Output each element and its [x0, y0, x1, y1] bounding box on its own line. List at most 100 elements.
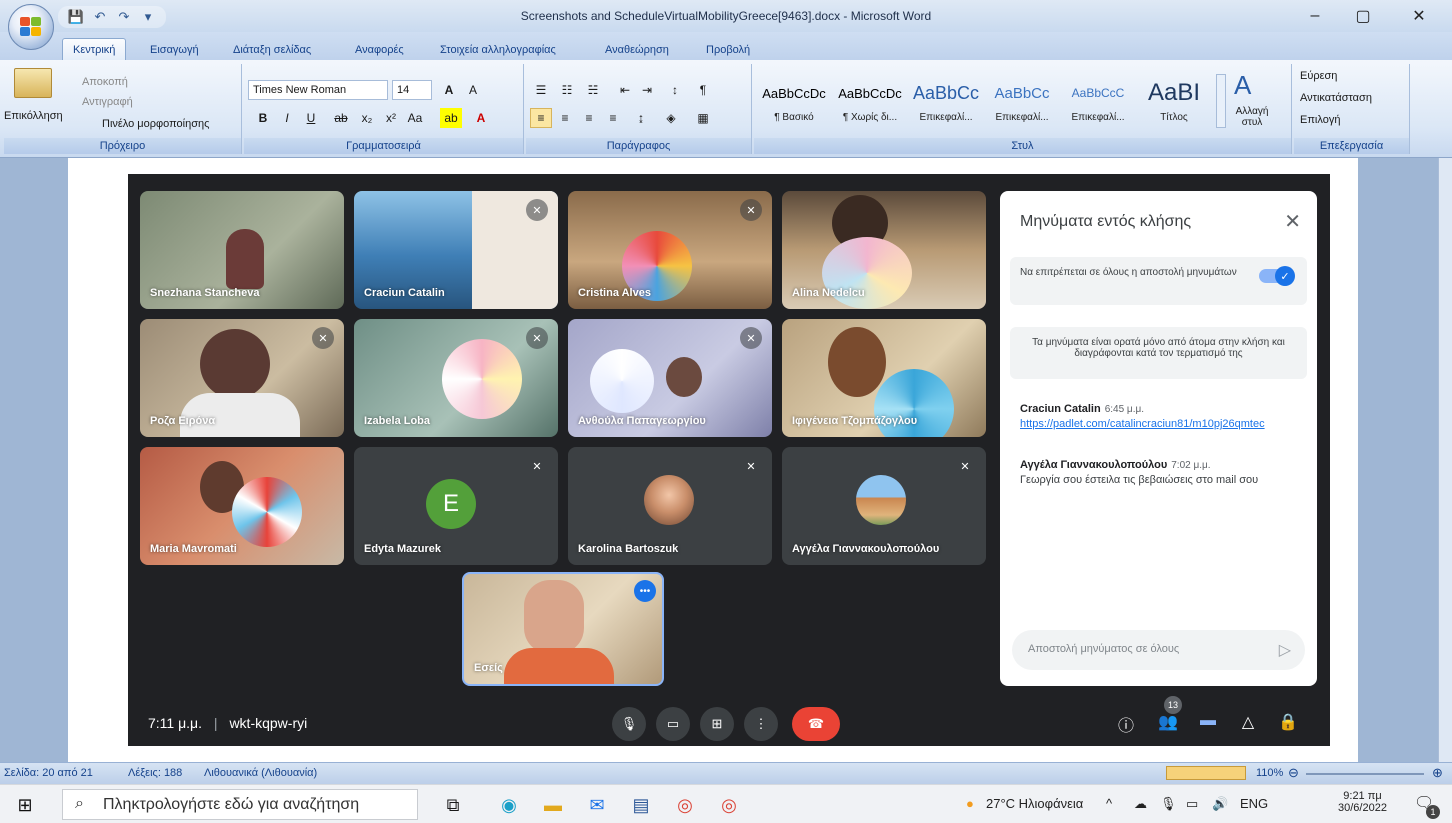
style-title[interactable]: AaBI Τίτλος [1138, 74, 1210, 134]
borders-icon[interactable]: ▦ [692, 108, 714, 128]
align-right-icon[interactable]: ≡ [578, 108, 600, 128]
speaker-icon[interactable]: 🔊 [1212, 796, 1228, 812]
find-button[interactable]: Εύρεση [1300, 70, 1337, 82]
task-view-icon[interactable]: ⧉ [440, 792, 466, 818]
bold-icon[interactable]: B [252, 108, 274, 128]
chrome-alt-icon[interactable]: ◎ [716, 792, 742, 818]
paste-icon[interactable] [14, 68, 52, 98]
end-call-button[interactable]: ☎ [792, 707, 840, 741]
cloud-icon[interactable]: ☁ [1134, 796, 1147, 812]
copy-button[interactable]: Αντιγραφή [82, 96, 133, 108]
tab-references[interactable]: Αναφορές [355, 44, 404, 56]
underline-icon[interactable]: U [300, 108, 322, 128]
participant-tile[interactable]: ✕ Ροζα Ειρόνα [140, 319, 344, 437]
highlight-icon[interactable]: ab [440, 108, 462, 128]
italic-icon[interactable]: I [276, 108, 298, 128]
zoom-level[interactable]: 110% [1256, 767, 1283, 779]
page-count[interactable]: Σελίδα: 20 από 21 [4, 767, 93, 779]
show-marks-icon[interactable]: ¶ [692, 80, 714, 100]
numbering-icon[interactable]: ☷ [556, 80, 578, 100]
language-indicator[interactable]: ENG [1240, 796, 1268, 811]
styles-scroll-button[interactable] [1216, 74, 1226, 128]
maximize-button[interactable]: ▢ [1340, 0, 1386, 32]
grow-font-icon[interactable]: A [438, 80, 460, 100]
self-tile[interactable]: ••• Εσείς [462, 572, 664, 686]
message-link[interactable]: https://padlet.com/catalincraciun81/m10p… [1020, 418, 1310, 430]
zoom-out-icon[interactable]: ⊖ [1288, 765, 1299, 781]
file-explorer-icon[interactable]: ▬ [540, 792, 566, 818]
style-normal[interactable]: AaBbCcDc ¶ Βασικό [758, 74, 830, 134]
chat-icon[interactable]: ▬ [1196, 712, 1220, 730]
font-size-select[interactable]: 14 [392, 80, 432, 100]
taskbar-search[interactable]: ⌕ Πληκτρολογήστε εδώ για αναζήτηση [62, 789, 418, 820]
present-screen-icon[interactable]: ⊞ [700, 707, 734, 741]
microphone-icon[interactable]: 🎙 [1160, 796, 1177, 812]
strikethrough-icon[interactable]: ab [330, 108, 352, 128]
zoom-slider[interactable] [1306, 773, 1424, 775]
camera-icon[interactable]: ▭ [656, 707, 690, 741]
tab-review[interactable]: Αναθεώρηση [605, 44, 669, 56]
activities-icon[interactable]: △ [1236, 712, 1260, 732]
format-painter-button[interactable]: Πινέλο μορφοποίησης [102, 118, 209, 130]
mail-icon[interactable]: ✉ [584, 792, 610, 818]
tab-page-layout[interactable]: Διάταξη σελίδας [233, 44, 311, 56]
tab-home[interactable]: Κεντρική [62, 38, 127, 60]
participant-tile[interactable]: ✕ Karolina Bartoszuk [568, 447, 772, 565]
word-icon[interactable]: ▤ [628, 792, 654, 818]
participant-tile[interactable]: Alina Nedelcu [782, 191, 986, 309]
chevron-up-icon[interactable]: ^ [1106, 796, 1112, 811]
clock[interactable]: 9:21 πμ 30/6/2022 [1338, 790, 1387, 814]
participant-tile[interactable]: ✕ Ανθούλα Παπαγεωργίου [568, 319, 772, 437]
tab-insert[interactable]: Εισαγωγή [150, 44, 199, 56]
increase-indent-icon[interactable]: ⇥ [636, 80, 658, 100]
participant-tile[interactable]: Snezhana Stancheva [140, 191, 344, 309]
tab-mailings[interactable]: Στοιχεία αλληλογραφίας [440, 44, 556, 56]
word-count[interactable]: Λέξεις: 188 [128, 767, 182, 779]
minimize-button[interactable]: – [1292, 0, 1338, 32]
style-heading-1[interactable]: AaBbCc Επικεφαλί... [910, 74, 982, 134]
allow-messages-toggle[interactable]: ✓ [1259, 266, 1295, 286]
mic-icon[interactable]: 🎙 [612, 707, 646, 741]
participant-tile[interactable]: ✕ Craciun Catalin [354, 191, 558, 309]
more-options-icon[interactable]: ⋮ [744, 707, 778, 741]
sort-icon[interactable]: ↕ [664, 80, 686, 100]
vertical-scrollbar[interactable] [1438, 158, 1452, 762]
style-no-spacing[interactable]: AaBbCcDc ¶ Χωρίς δι... [834, 74, 906, 134]
align-left-icon[interactable]: ≡ [530, 108, 552, 128]
participant-tile[interactable]: E ✕ Edyta Mazurek [354, 447, 558, 565]
decrease-indent-icon[interactable]: ⇤ [614, 80, 636, 100]
windows-start-icon[interactable]: ⊞ [12, 792, 38, 818]
font-name-select[interactable]: Times New Roman [248, 80, 388, 100]
align-center-icon[interactable]: ≡ [554, 108, 576, 128]
style-heading-2[interactable]: AaBbCc Επικεφαλί... [986, 74, 1058, 134]
zoom-in-icon[interactable]: ⊕ [1432, 765, 1443, 781]
paste-button[interactable]: Επικόλληση [4, 110, 63, 122]
send-icon[interactable]: ▷ [1279, 640, 1291, 660]
multilevel-list-icon[interactable]: ☵ [582, 80, 604, 100]
change-styles-button[interactable]: Αλλαγή στυλ [1232, 106, 1272, 128]
bullets-icon[interactable]: ☰ [530, 80, 552, 100]
language-status[interactable]: Λιθουανικά (Λιθουανία) [204, 767, 317, 779]
cut-button[interactable]: Αποκοπή [82, 76, 128, 88]
chat-input[interactable]: Αποστολή μηνύματος σε όλους ▷ [1012, 630, 1305, 670]
replace-button[interactable]: Αντικατάσταση [1300, 92, 1372, 104]
style-heading-3[interactable]: AaBbCcC Επικεφαλί... [1062, 74, 1134, 134]
people-icon[interactable]: 👥 [1156, 712, 1180, 732]
battery-icon[interactable]: ▭ [1186, 796, 1198, 812]
office-button[interactable] [8, 4, 54, 50]
close-button[interactable]: ✕ [1396, 0, 1442, 32]
participant-tile[interactable]: ✕ Αγγέλα Γιαννακουλοπούλου [782, 447, 986, 565]
justify-icon[interactable]: ≡ [602, 108, 624, 128]
change-styles-icon[interactable]: A [1234, 70, 1251, 101]
shrink-font-icon[interactable]: A [462, 80, 484, 100]
participant-tile[interactable]: Maria Mavromati [140, 447, 344, 565]
line-spacing-icon[interactable]: ↨ [630, 108, 652, 128]
participant-tile[interactable]: ✕ Cristina Alves [568, 191, 772, 309]
select-button[interactable]: Επιλογή [1300, 114, 1340, 126]
weather-text[interactable]: 27°C Ηλιοφάνεια [986, 796, 1083, 811]
superscript-icon[interactable]: x² [380, 108, 402, 128]
shading-icon[interactable]: ◈ [660, 108, 682, 128]
chrome-icon[interactable]: ◎ [672, 792, 698, 818]
participant-tile[interactable]: Ιφιγένεια Τζομπάζογλου [782, 319, 986, 437]
tab-view[interactable]: Προβολή [706, 44, 750, 56]
